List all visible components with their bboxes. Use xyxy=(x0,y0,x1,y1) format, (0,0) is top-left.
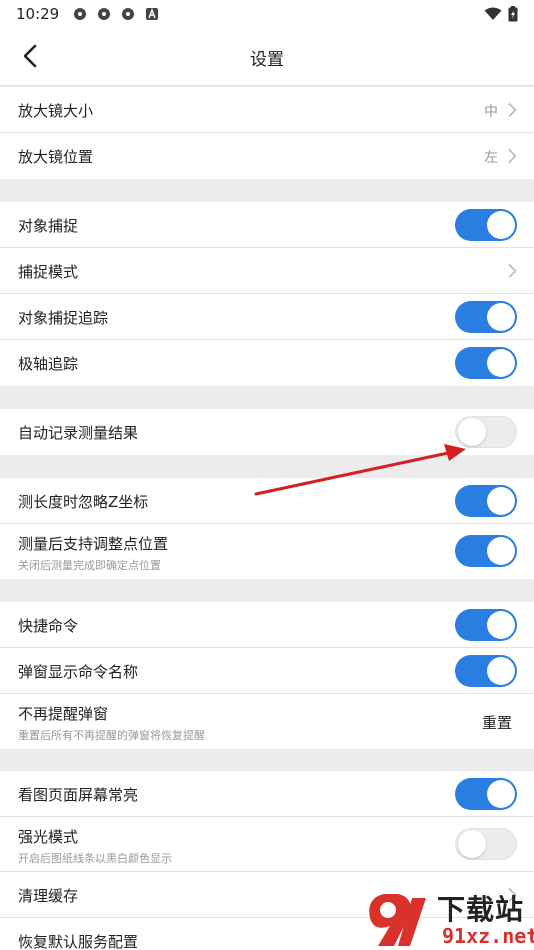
toggle-knob xyxy=(487,780,515,808)
setting-label: 捕捉模式 xyxy=(18,263,79,281)
toggle-knob xyxy=(487,303,515,331)
popup-command-name-toggle[interactable] xyxy=(455,655,517,687)
setting-object-snap-tracking: 对象捕捉追踪 xyxy=(0,294,534,340)
ignore-z-toggle[interactable] xyxy=(455,485,517,517)
setting-snap-mode[interactable]: 捕捉模式 xyxy=(0,248,534,294)
setting-label: 清理缓存 xyxy=(18,887,79,905)
toggle-knob xyxy=(458,418,486,446)
setting-value: 中 xyxy=(484,104,498,120)
setting-label: 不再提醒弹窗 xyxy=(18,705,109,723)
watermark-url: 91xz.net xyxy=(442,924,534,948)
setting-label: 放大镜位置 xyxy=(18,148,94,166)
setting-description: 重置后所有不再提醒的弹窗将恢复提醒 xyxy=(18,729,205,742)
object-snap-toggle[interactable] xyxy=(455,209,517,241)
setting-label: 对象捕捉追踪 xyxy=(18,309,109,327)
setting-polar-tracking: 极轴追踪 xyxy=(0,340,534,386)
wifi-icon xyxy=(484,7,502,20)
auto-record-toggle[interactable] xyxy=(455,416,517,448)
reset-button[interactable]: 重置 xyxy=(482,712,512,733)
toggle-knob xyxy=(487,487,515,515)
quick-commands-toggle[interactable] xyxy=(455,609,517,641)
battery-icon xyxy=(508,6,518,22)
page-title: 设置 xyxy=(250,50,284,70)
chevron-right-icon xyxy=(508,102,517,118)
watermark-emblem-icon xyxy=(369,894,426,946)
notification-icon xyxy=(74,8,87,20)
setting-label: 自动记录测量结果 xyxy=(18,424,139,442)
object-snap-tracking-toggle[interactable] xyxy=(455,301,517,333)
watermark-name: 下载站 xyxy=(437,893,525,926)
adjust-point-toggle[interactable] xyxy=(455,535,517,567)
toggle-knob xyxy=(487,611,515,639)
setting-label: 极轴追踪 xyxy=(18,355,79,373)
polar-tracking-toggle[interactable] xyxy=(455,347,517,379)
setting-description: 开启后图纸线条以黑白颜色显示 xyxy=(18,852,172,865)
setting-strong-light-mode: 强光模式 开启后图纸线条以黑白颜色显示 xyxy=(0,817,534,872)
status-time: 10:29 xyxy=(16,5,60,23)
setting-value: 左 xyxy=(484,150,498,166)
setting-magnifier-size[interactable]: 放大镜大小 中 xyxy=(0,87,534,133)
toggle-knob xyxy=(487,349,515,377)
toggle-knob xyxy=(487,211,515,239)
chevron-right-icon xyxy=(508,263,517,279)
toggle-knob xyxy=(487,537,515,565)
setting-ignore-z: 测长度时忽略Z坐标 xyxy=(0,478,534,524)
setting-no-reminder-popups: 不再提醒弹窗 重置后所有不再提醒的弹窗将恢复提醒 重置 xyxy=(0,694,534,749)
setting-adjust-point: 测量后支持调整点位置 关闭后测量完成即确定点位置 xyxy=(0,524,534,579)
setting-label: 放大镜大小 xyxy=(18,102,94,120)
status-right xyxy=(484,6,518,22)
setting-label: 快捷命令 xyxy=(18,617,79,635)
setting-magnifier-position[interactable]: 放大镜位置 左 xyxy=(0,133,534,179)
setting-label: 弹窗显示命令名称 xyxy=(18,663,139,681)
setting-label: 看图页面屏幕常亮 xyxy=(18,786,139,804)
setting-description: 关闭后测量完成即确定点位置 xyxy=(18,559,161,572)
chevron-right-icon xyxy=(508,148,517,164)
app-bar: 设置 xyxy=(0,28,534,86)
strong-light-toggle[interactable] xyxy=(455,828,517,860)
setting-label: 恢复默认服务配置 xyxy=(18,933,139,950)
setting-label: 强光模式 xyxy=(18,828,79,846)
setting-label: 测长度时忽略Z坐标 xyxy=(18,493,149,511)
watermark-logo: 下载站 91xz.net xyxy=(364,888,534,950)
toggle-knob xyxy=(487,657,515,685)
setting-quick-commands: 快捷命令 xyxy=(0,602,534,648)
setting-screen-always-on: 看图页面屏幕常亮 xyxy=(0,771,534,817)
notification-icon xyxy=(122,8,135,20)
setting-object-snap: 对象捕捉 xyxy=(0,202,534,248)
status-bar: 10:29 xyxy=(0,0,534,28)
setting-label: 对象捕捉 xyxy=(18,217,79,235)
setting-label: 测量后支持调整点位置 xyxy=(18,535,169,553)
notification-icon xyxy=(98,8,111,20)
setting-popup-command-name: 弹窗显示命令名称 xyxy=(0,648,534,694)
app-notification-icon xyxy=(146,8,159,20)
toggle-knob xyxy=(458,830,486,858)
setting-auto-record-measurement: 自动记录测量结果 xyxy=(0,409,534,455)
screen-always-on-toggle[interactable] xyxy=(455,778,517,810)
